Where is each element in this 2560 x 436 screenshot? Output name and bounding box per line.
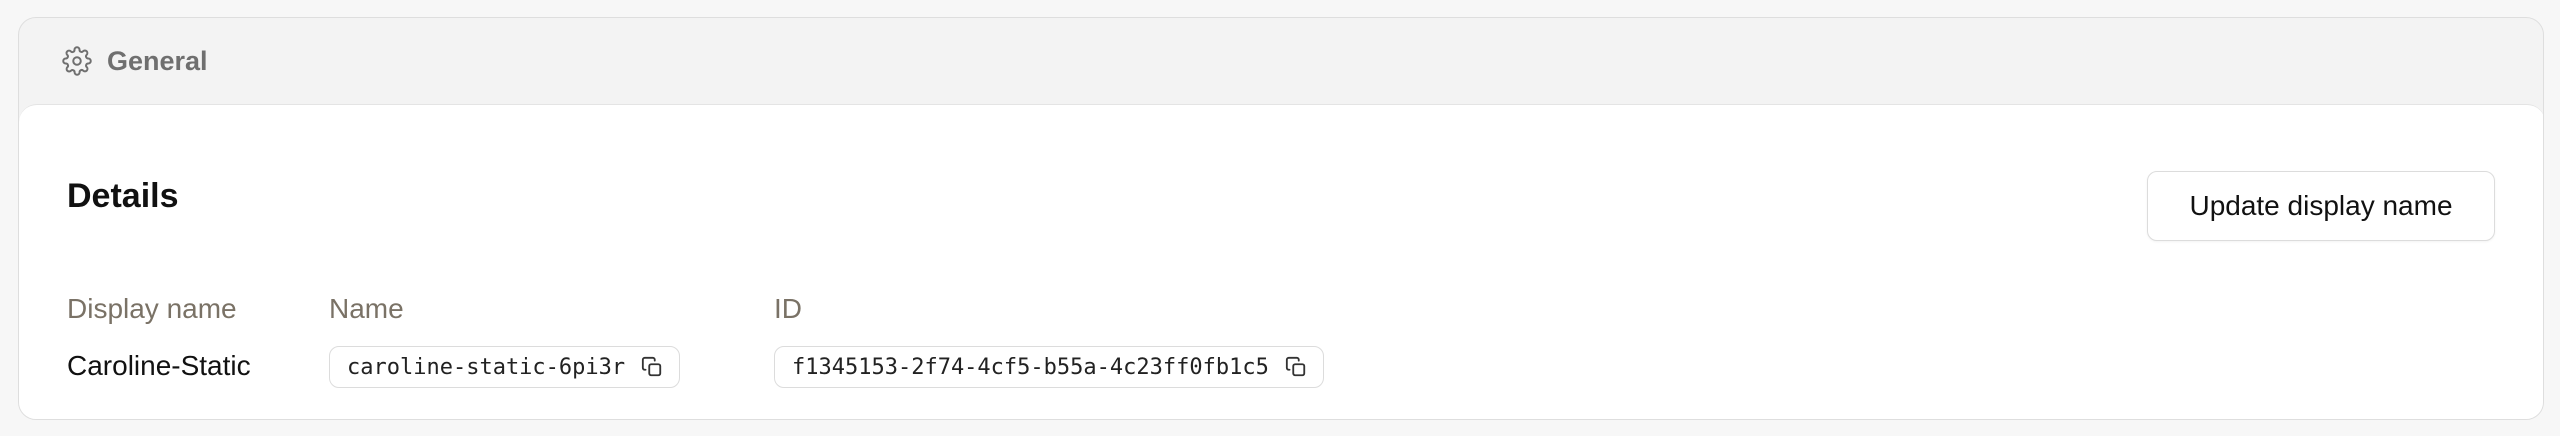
id-value: f1345153-2f74-4cf5-b55a-4c23ff0fb1c5	[792, 354, 1269, 380]
display-name-label: Display name	[67, 293, 237, 324]
name-label: Name	[329, 293, 404, 324]
details-title: Details	[67, 177, 179, 215]
name-value: caroline-static-6pi3r	[347, 354, 626, 380]
id-label: ID	[774, 293, 802, 324]
copy-icon[interactable]	[639, 354, 665, 380]
id-chip: f1345153-2f74-4cf5-b55a-4c23ff0fb1c5	[774, 346, 1324, 388]
display-name-value: Caroline-Static	[67, 350, 251, 381]
update-display-name-button[interactable]: Update display name	[2147, 171, 2495, 241]
section-title: General	[107, 45, 208, 76]
details-card: Details Update display name Display name…	[19, 104, 2543, 419]
section-header: General	[19, 18, 2543, 104]
gear-icon	[61, 45, 93, 77]
general-panel: General Details Update display name Disp…	[18, 17, 2544, 420]
name-chip: caroline-static-6pi3r	[329, 346, 681, 388]
copy-icon[interactable]	[1283, 354, 1309, 380]
